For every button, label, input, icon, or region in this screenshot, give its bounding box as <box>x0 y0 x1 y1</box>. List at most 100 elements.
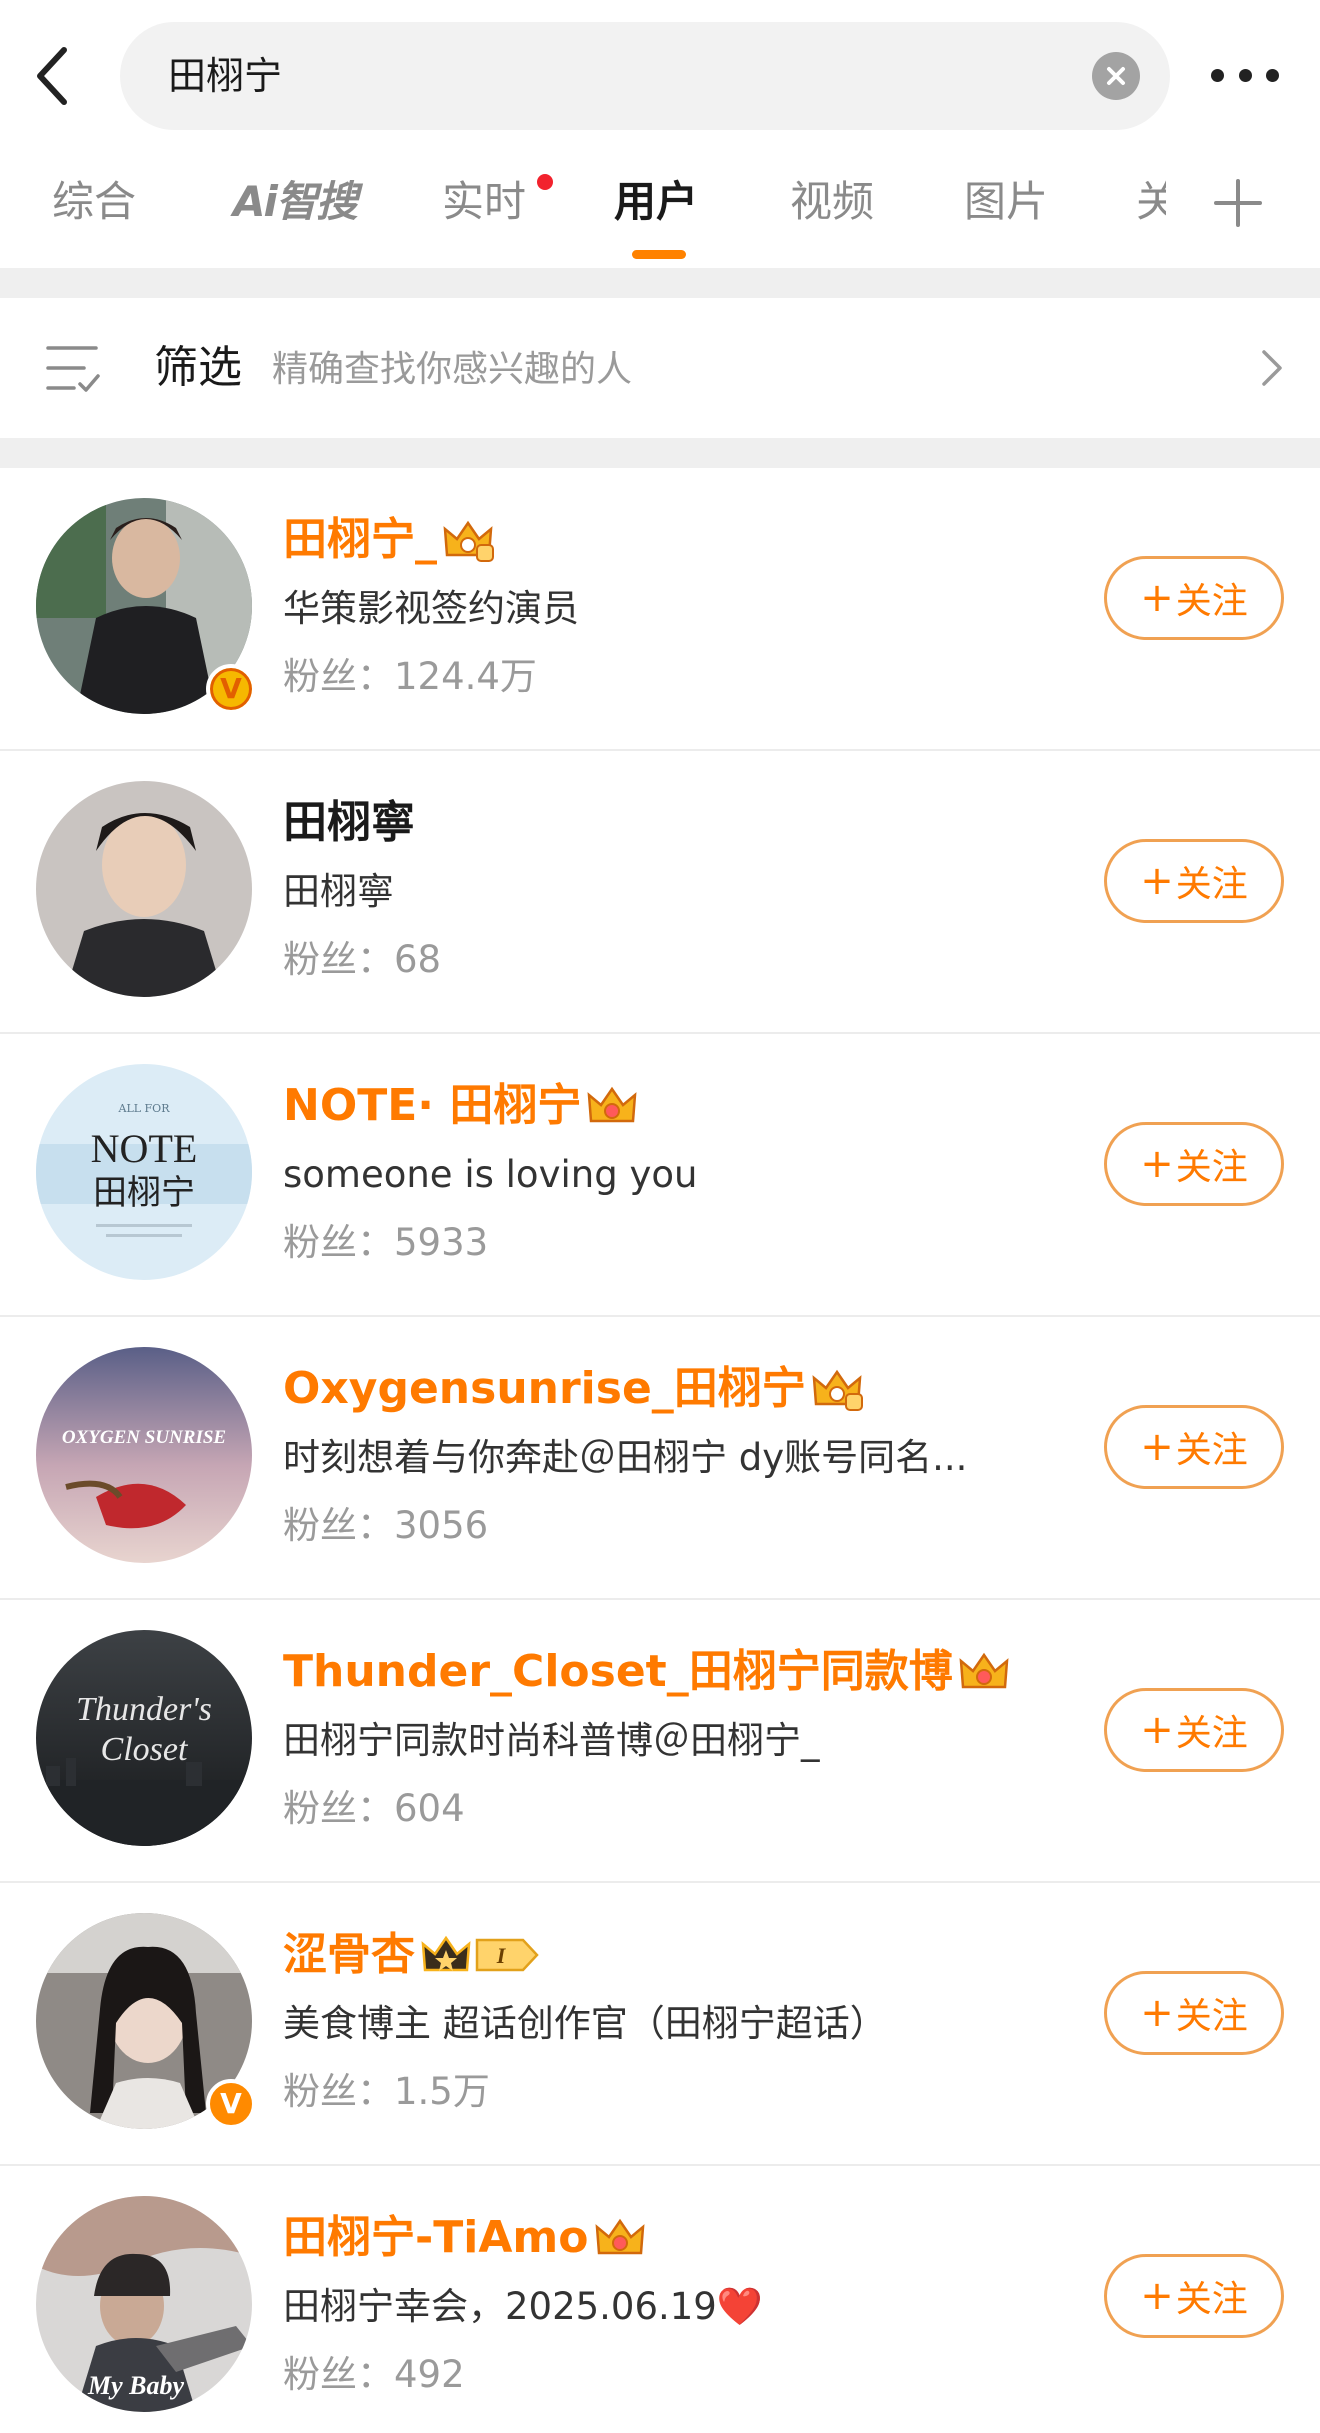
user-description: 田栩寧 <box>283 870 394 913</box>
divider <box>0 268 1320 298</box>
user-row[interactable]: 田栩寧 田栩寧 粉丝：68 + 关注 <box>0 751 1320 1034</box>
crown-icon <box>421 1935 471 1972</box>
follow-button[interactable]: + 关注 <box>1104 1688 1284 1772</box>
crown-icon <box>595 2218 644 2255</box>
tab-all[interactable]: 综合 <box>52 172 136 232</box>
verified-icon: V <box>206 2079 256 2129</box>
clear-icon <box>1107 67 1125 85</box>
user-name[interactable]: 田栩寧 <box>283 791 415 855</box>
user-fans-count: 粉丝：3056 <box>283 1499 488 1553</box>
fans-label: 粉丝： <box>283 938 394 981</box>
user-fans-count: 粉丝：492 <box>283 2348 465 2402</box>
back-button[interactable] <box>22 36 82 116</box>
fans-value: 124.4万 <box>394 655 537 698</box>
follow-button[interactable]: + 关注 <box>1104 1122 1284 1206</box>
user-name-text: 涩骨杏 <box>283 1929 415 1980</box>
fans-value: 3056 <box>394 1504 489 1547</box>
fans-label: 粉丝： <box>283 1221 394 1264</box>
tab-realtime[interactable]: 实时 <box>442 172 526 232</box>
filter-row[interactable]: 筛选 精确查找你感兴趣的人 <box>0 298 1320 438</box>
fans-label: 粉丝： <box>283 1787 394 1830</box>
avatar-text: OXYGEN SUNRISE <box>62 1427 226 1448</box>
search-tabs: 综合 Ai智搜 实时 用户 视频 图片 关 <box>0 150 1320 268</box>
user-fans-count: 粉丝：68 <box>283 933 441 987</box>
fans-label: 粉丝： <box>283 2353 394 2396</box>
user-description: 时刻想着与你奔赴＠田栩宁 dy账号同名... <box>283 1436 968 1479</box>
user-description: 华策影视签约演员 <box>283 587 579 630</box>
search-query[interactable]: 田栩宁 <box>168 22 282 130</box>
chevron-right-icon <box>1262 350 1282 386</box>
follow-button[interactable]: + 关注 <box>1104 839 1284 923</box>
user-row[interactable]: V 田栩宁_ 华策影视签约演员 粉丝：124.4万 + 关注 <box>0 468 1320 751</box>
avatar-text: Closet <box>101 1731 189 1768</box>
user-name[interactable]: 田栩宁_ <box>283 508 495 572</box>
user-name-text: 田栩宁_ <box>283 514 437 565</box>
user-description: someone is loving you <box>283 1153 698 1196</box>
search-input[interactable]: 田栩宁 <box>120 22 1170 130</box>
user-row[interactable]: V 涩骨杏 I 美食博主 超话创作官（田栩宁超话） 粉丝：1.5万 + 关注 <box>0 1883 1320 2166</box>
back-arrow-icon <box>37 47 67 105</box>
realtime-notification-dot <box>537 174 553 190</box>
tab-images[interactable]: 图片 <box>964 172 1048 232</box>
follow-label: 关注 <box>1175 864 1248 905</box>
user-row[interactable]: ALL FOR NOTE 田栩宁 NOTE· 田栩宁 someone is lo… <box>0 1034 1320 1317</box>
plus-icon: + <box>1140 1424 1174 1470</box>
tab-more-partial[interactable]: 关 <box>1136 172 1166 232</box>
user-description-text: 田栩宁幸会，2025.06.19 <box>283 2285 717 2328</box>
avatar[interactable]: OXYGEN SUNRISE <box>36 1347 252 1563</box>
tab-users[interactable]: 用户 <box>614 172 698 232</box>
user-name[interactable]: Oxygensunrise_田栩宁 <box>283 1357 864 1421</box>
clear-search-button[interactable] <box>1092 52 1140 100</box>
avatar[interactable]: Thunder's Closet <box>36 1630 252 1846</box>
avatar[interactable] <box>36 781 252 997</box>
user-fans-count: 粉丝：5933 <box>283 1216 488 1270</box>
more-dots-icon[interactable] <box>1205 50 1285 100</box>
avatar-text: Thunder's <box>76 1691 212 1728</box>
user-name[interactable]: 田栩宁-TiAmo <box>283 2206 647 2270</box>
user-name[interactable]: 涩骨杏 I <box>283 1923 539 1987</box>
fans-value: 1.5万 <box>394 2070 490 2113</box>
filter-subtitle: 精确查找你感兴趣的人 <box>272 349 633 390</box>
user-row[interactable]: OXYGEN SUNRISE Oxygensunrise_田栩宁 时刻想着与你奔… <box>0 1317 1320 1600</box>
avatar[interactable]: ALL FOR NOTE 田栩宁 <box>36 1064 252 1280</box>
crown-icon <box>443 520 494 562</box>
filter-icon <box>46 346 100 392</box>
level-text: I <box>496 1943 507 1968</box>
follow-label: 关注 <box>1175 2279 1248 2320</box>
follow-button[interactable]: + 关注 <box>1104 2254 1284 2338</box>
follow-button[interactable]: + 关注 <box>1104 1405 1284 1489</box>
user-name-text: NOTE· 田栩宁 <box>283 1080 582 1131</box>
user-description: 美食博主 超话创作官（田栩宁超话） <box>283 2002 887 2045</box>
plus-icon[interactable] <box>1210 175 1266 231</box>
fans-value: 5933 <box>394 1221 489 1264</box>
crown-icon <box>812 1369 863 1411</box>
user-row[interactable]: Thunder's Closet Thunder_Closet_田栩宁同款博 田… <box>0 1600 1320 1883</box>
avatar[interactable]: My Baby <box>36 2196 252 2412</box>
avatar-text: My Baby <box>87 2371 185 2400</box>
follow-label: 关注 <box>1175 1713 1248 1754</box>
follow-label: 关注 <box>1175 1430 1248 1471</box>
avatar-text: NOTE <box>91 1126 198 1171</box>
level-badge-icon: I <box>475 1938 539 1972</box>
tab-ai-search[interactable]: Ai智搜 <box>233 172 358 232</box>
user-name-text: 田栩寧 <box>283 797 415 848</box>
user-fans-count: 粉丝：604 <box>283 1782 465 1836</box>
plus-icon: + <box>1140 2273 1174 2319</box>
follow-label: 关注 <box>1175 581 1248 622</box>
user-row[interactable]: My Baby 田栩宁-TiAmo 田栩宁幸会，2025.06.19❤️ 粉丝：… <box>0 2166 1320 2433</box>
active-tab-indicator <box>632 250 686 259</box>
user-description: 田栩宁幸会，2025.06.19❤️ <box>283 2280 763 2334</box>
user-name[interactable]: NOTE· 田栩宁 <box>283 1074 639 1138</box>
fans-label: 粉丝： <box>283 655 394 698</box>
plus-icon: + <box>1140 858 1174 904</box>
avatar-text: 田栩宁 <box>93 1173 195 1213</box>
avatar-text: ALL FOR <box>118 1102 171 1115</box>
tab-videos[interactable]: 视频 <box>790 172 874 232</box>
user-name[interactable]: Thunder_Closet_田栩宁同款博 <box>283 1640 1011 1704</box>
top-bar: 田栩宁 <box>0 0 1320 150</box>
follow-button[interactable]: + 关注 <box>1104 1971 1284 2055</box>
divider <box>0 438 1320 468</box>
follow-button[interactable]: + 关注 <box>1104 556 1284 640</box>
plus-icon: + <box>1140 575 1174 621</box>
crown-icon <box>587 1086 637 1123</box>
